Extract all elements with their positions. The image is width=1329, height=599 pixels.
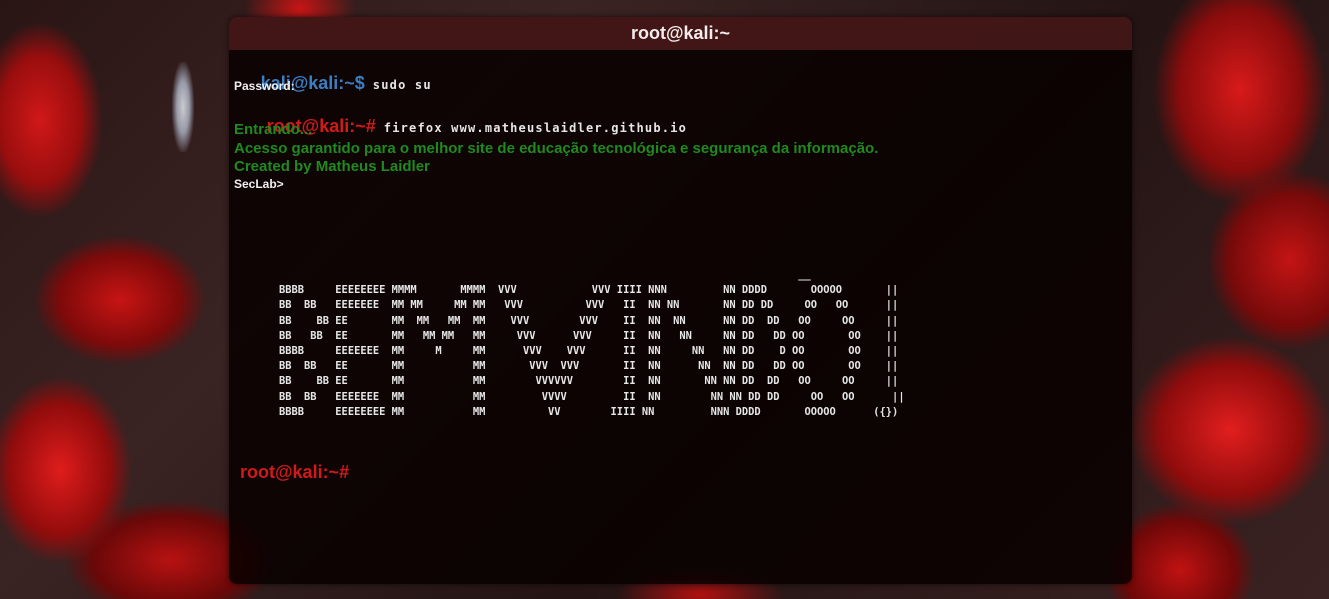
root-prompt: root@kali:~# — [240, 462, 350, 482]
window-title: root@kali:~ — [630, 23, 731, 43]
background-highlight — [172, 62, 194, 152]
password-label: Password: — [234, 79, 295, 93]
terminal-window[interactable]: root@kali:~ kali@kali:~$ sudo su Password… — [229, 17, 1132, 584]
input-prompt-line[interactable]: root@kali:~# — [240, 462, 349, 483]
output-message: Acesso garantido para o melhor site de e… — [234, 140, 879, 157]
shell-label: SecLab> — [234, 177, 284, 191]
title-bar[interactable]: root@kali:~ — [229, 17, 1132, 50]
command-text: sudo su — [372, 78, 432, 92]
output-message: Created by Matheus Laidler — [234, 158, 430, 175]
ascii-banner: __ BBBB EEEEEEEE MMMM MMMM VVV VVV IIII … — [279, 269, 905, 418]
command-text: firefox www.matheuslaidler.github.io — [383, 121, 688, 135]
output-message: Entrando... — [234, 121, 313, 138]
